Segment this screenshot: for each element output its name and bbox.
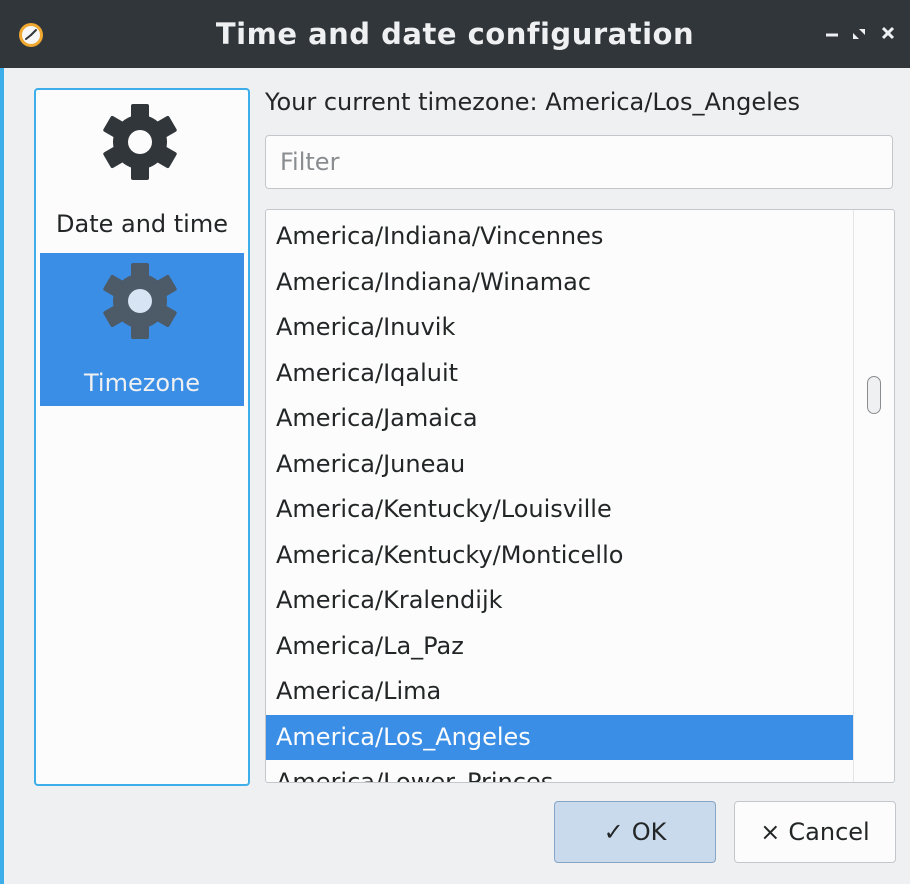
cancel-icon: × (760, 818, 781, 846)
maximize-button[interactable] (846, 20, 872, 46)
sidebar-item-date-and-time[interactable]: Date and time (40, 92, 244, 250)
timezone-list-item[interactable]: America/Juneau (266, 442, 853, 488)
window-border (0, 68, 4, 884)
timezone-list-item[interactable]: America/Indiana/Vincennes (266, 214, 853, 260)
minimize-icon (826, 33, 838, 37)
minimize-button[interactable] (820, 20, 846, 46)
timezone-list-item[interactable]: America/Jamaica (266, 396, 853, 442)
window-title: Time and date configuration (215, 17, 695, 51)
cancel-button-label: Cancel (788, 818, 870, 846)
time-date-config-window: Time and date configuration Date and tim… (0, 0, 910, 884)
timezone-list-item[interactable]: America/Iqaluit (266, 351, 853, 397)
timezone-list-item[interactable]: America/Indiana/Winamac (266, 260, 853, 306)
cancel-button[interactable]: × Cancel (734, 801, 896, 863)
current-timezone-label: Your current timezone: America/Los_Angel… (265, 88, 801, 116)
sidebar-item-label: Date and time (56, 210, 228, 238)
vertical-scrollbar[interactable] (853, 210, 894, 782)
timezone-list[interactable]: America/Indiana/Vincennes America/Indiana… (265, 209, 895, 783)
category-sidebar: Date and time Timezone (34, 88, 250, 786)
timezone-list-item[interactable]: America/Kralendijk (266, 578, 853, 624)
filter-input[interactable] (265, 135, 893, 189)
ok-button[interactable]: ✓ OK (554, 801, 716, 863)
close-button[interactable] (876, 20, 902, 46)
check-icon: ✓ (603, 818, 624, 846)
timezone-list-item[interactable]: America/Kentucky/Louisville (266, 487, 853, 533)
timezone-list-item[interactable]: America/Inuvik (266, 305, 853, 351)
timezone-list-item[interactable]: America/Lower_Princes (266, 760, 853, 782)
timezone-list-items: America/Indiana/Vincennes America/Indiana… (266, 214, 853, 782)
scrollbar-thumb[interactable] (867, 376, 881, 414)
sidebar-item-timezone[interactable]: Timezone (40, 253, 244, 406)
timezone-list-item[interactable]: America/Kentucky/Monticello (266, 533, 853, 579)
timezone-list-item[interactable]: America/La_Paz (266, 624, 853, 670)
timezone-list-item[interactable]: America/Lima (266, 669, 853, 715)
gear-icon (103, 263, 177, 339)
title-bar[interactable]: Time and date configuration (0, 0, 910, 68)
close-icon (881, 26, 895, 40)
timezone-list-item[interactable]: America/Los_Angeles (266, 714, 853, 760)
maximize-icon (853, 29, 865, 39)
sidebar-item-label: Timezone (84, 369, 200, 397)
gear-icon (103, 104, 177, 180)
ok-button-label: OK (631, 818, 667, 846)
